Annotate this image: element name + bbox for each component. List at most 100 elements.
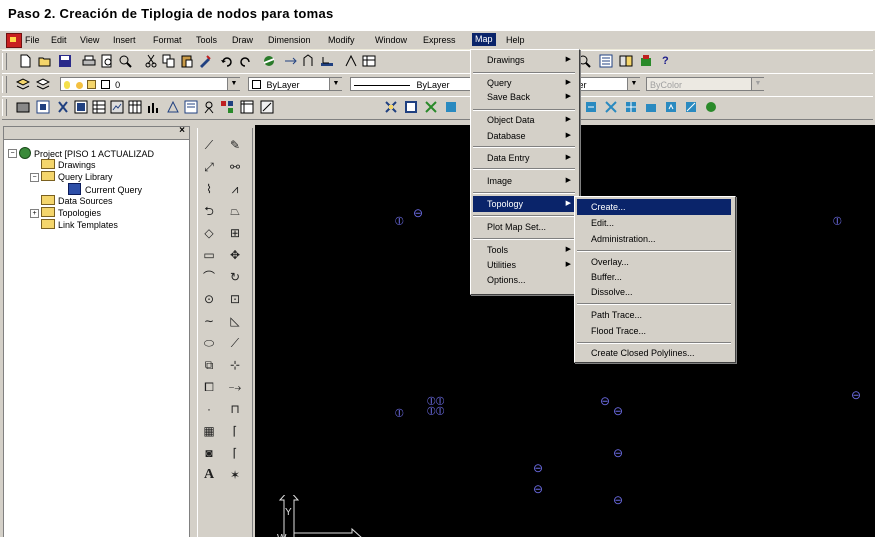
menu-item-plot-map-set[interactable]: Plot Map Set... xyxy=(473,219,575,235)
menu-item-image[interactable]: Image ▶ xyxy=(473,173,575,189)
menu-dimension[interactable]: Dimension xyxy=(268,34,311,47)
tree-project[interactable]: Project [PISO 1 ACTUALIZAD xyxy=(19,147,154,159)
new-icon[interactable] xyxy=(18,54,32,68)
menu-edit[interactable]: Edit xyxy=(51,34,67,47)
open-icon[interactable] xyxy=(38,54,52,68)
chevron-down-icon[interactable]: ▼ xyxy=(329,78,342,90)
menu-express[interactable]: Express xyxy=(423,34,456,47)
map-tool-8-icon[interactable] xyxy=(644,100,658,114)
menu-item-topology[interactable]: Topology ▶ xyxy=(473,196,575,212)
menu-help[interactable]: Help xyxy=(506,34,525,47)
cut-icon[interactable] xyxy=(144,54,158,68)
color-control-combo[interactable]: ByLayer ▼ xyxy=(248,77,342,91)
display-manager-icon[interactable] xyxy=(260,100,274,114)
multiline-text-icon[interactable]: A xyxy=(200,466,218,484)
revision-cloud-icon[interactable]: ⊙ xyxy=(200,290,218,308)
trim-icon[interactable]: ⊹ xyxy=(226,356,244,374)
layer-previous-icon[interactable] xyxy=(36,77,50,91)
node-symbol[interactable]: ⊖ xyxy=(600,395,610,407)
polygon-icon[interactable]: ⮌ xyxy=(200,202,218,220)
tree-item-data-sources[interactable]: Data Sources xyxy=(41,195,113,207)
feature-classify-icon[interactable] xyxy=(220,100,234,114)
menu-item-utilities[interactable]: Utilities ▶ xyxy=(473,257,575,273)
arc-icon[interactable]: ▭ xyxy=(200,246,218,264)
menu-item-drawings[interactable]: Drawings ▶ xyxy=(473,52,575,68)
copy-object-icon[interactable]: ⚯ xyxy=(226,158,244,176)
map-explorer-icon[interactable] xyxy=(16,100,30,114)
node-symbol[interactable]: ⊖ xyxy=(613,447,623,459)
node-symbol[interactable]: ⊖ xyxy=(613,405,623,417)
track-icon[interactable] xyxy=(284,54,298,68)
autocad-app-icon[interactable] xyxy=(6,33,22,48)
scale-icon[interactable]: ⊡ xyxy=(226,290,244,308)
ellipse-icon[interactable]: ⬭ xyxy=(200,334,218,352)
menu-item-data-entry[interactable]: Data Entry ▶ xyxy=(473,150,575,166)
menu-item-dissolve[interactable]: Dissolve... xyxy=(577,284,731,300)
map-tool-7-icon[interactable] xyxy=(624,100,638,114)
hyperlink-icon[interactable] xyxy=(262,54,276,68)
attach-drawing-icon[interactable] xyxy=(36,100,50,114)
menu-item-overlay[interactable]: Overlay... xyxy=(577,254,731,270)
node-symbol[interactable]: ⦶⦶ xyxy=(427,405,444,417)
tree-item-query-library[interactable]: Query Library xyxy=(41,171,113,183)
menu-item-tools[interactable]: Tools ▶ xyxy=(473,242,575,258)
menu-item-save-back[interactable]: Save Back ▶ xyxy=(473,89,575,105)
menu-modify[interactable]: Modify xyxy=(328,34,355,47)
spline-icon[interactable]: ∼ xyxy=(200,312,218,330)
define-query-icon[interactable] xyxy=(56,100,70,114)
menu-map[interactable]: Map xyxy=(472,33,496,46)
explode-icon[interactable]: ✶ xyxy=(226,466,244,484)
copy-icon[interactable] xyxy=(162,54,176,68)
close-icon[interactable]: × xyxy=(179,125,185,136)
menu-file[interactable]: File xyxy=(25,34,40,47)
map-tool-2-icon[interactable] xyxy=(404,100,418,114)
map-tool-11-icon[interactable] xyxy=(704,100,718,114)
table-icon[interactable] xyxy=(362,54,376,68)
publish-icon[interactable] xyxy=(118,54,132,68)
link-icon[interactable] xyxy=(128,100,142,114)
insert-block-icon[interactable]: ⧉ xyxy=(200,356,218,374)
map-tool-9-icon[interactable] xyxy=(664,100,678,114)
offset-icon[interactable]: ⏢ xyxy=(226,202,244,220)
menu-format[interactable]: Format xyxy=(153,34,182,47)
tool-palette-icon[interactable] xyxy=(639,54,653,68)
layer-combo[interactable]: 0 ▼ xyxy=(60,77,240,91)
node-symbol[interactable]: ⊖ xyxy=(613,494,623,506)
tree-item-current-query[interactable]: Current Query xyxy=(68,183,142,195)
erase-icon[interactable]: ✎ xyxy=(226,136,244,154)
menu-tools[interactable]: Tools xyxy=(196,34,217,47)
map-tool-5-icon[interactable] xyxy=(584,100,598,114)
thematic-icon[interactable] xyxy=(146,100,160,114)
annotation-icon[interactable] xyxy=(184,100,198,114)
circle-icon[interactable]: ⌒ xyxy=(200,268,218,286)
make-block-icon[interactable]: ⧠ xyxy=(200,378,218,396)
menu-item-create-closed-polylines[interactable]: Create Closed Polylines... xyxy=(577,345,731,361)
toolbar-grip[interactable] xyxy=(2,99,7,116)
break-icon[interactable]: ⊓ xyxy=(226,400,244,418)
map-tool-4-icon[interactable] xyxy=(444,100,458,114)
toolbar-grip[interactable] xyxy=(2,76,7,93)
layer-manager-icon[interactable] xyxy=(16,77,30,91)
plot-icon[interactable] xyxy=(202,100,216,114)
node-symbol[interactable]: ⦶ xyxy=(395,215,404,227)
map-tool-3-icon[interactable] xyxy=(424,100,438,114)
save-icon[interactable] xyxy=(58,54,72,68)
match-properties-icon[interactable] xyxy=(198,54,212,68)
lineweight-control-combo[interactable]: yer ▼ xyxy=(570,77,640,91)
menu-view[interactable]: View xyxy=(80,34,99,47)
tree-item-link-templates[interactable]: Link Templates xyxy=(41,219,118,231)
toolbar-grip[interactable] xyxy=(2,53,7,70)
chevron-down-icon[interactable]: ▼ xyxy=(627,78,640,90)
print-preview-icon[interactable] xyxy=(100,54,114,68)
move-icon[interactable]: ✥ xyxy=(226,246,244,264)
tree-item-drawings[interactable]: Drawings xyxy=(41,159,96,171)
chevron-down-icon[interactable]: ▼ xyxy=(227,78,240,90)
chamfer-icon[interactable]: ⌈ xyxy=(226,422,244,440)
rotate-icon[interactable]: ↻ xyxy=(226,268,244,286)
paste-icon[interactable] xyxy=(180,54,194,68)
linetype-control-combo[interactable]: ByLayer xyxy=(350,77,470,91)
object-snap-icon[interactable] xyxy=(302,54,316,68)
node-symbol[interactable]: ⊖ xyxy=(413,207,423,219)
polyline-icon[interactable]: ⌇ xyxy=(200,180,218,198)
menu-item-administration[interactable]: Administration... xyxy=(577,231,731,247)
